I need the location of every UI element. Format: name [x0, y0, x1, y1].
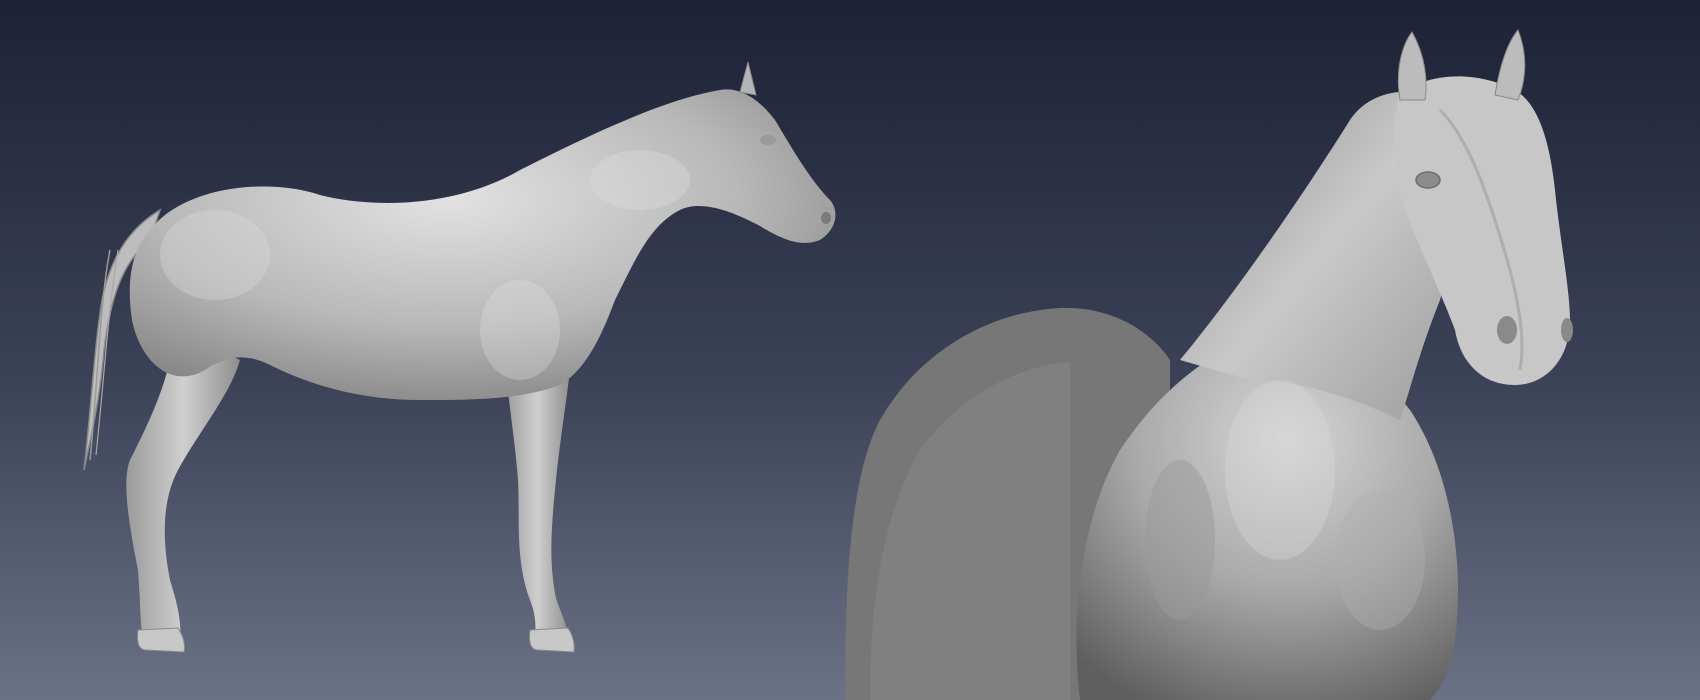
front-hoof — [529, 627, 575, 653]
horse-nostril — [821, 212, 831, 224]
horse-nostril-right — [1561, 318, 1573, 342]
hind-hoof — [137, 627, 185, 653]
sculpt-viewport — [0, 0, 1700, 700]
horse-eye — [1415, 171, 1441, 189]
horse-nostril-left — [1497, 316, 1517, 344]
horse-eye — [760, 135, 776, 145]
render-canvas — [0, 0, 1700, 700]
